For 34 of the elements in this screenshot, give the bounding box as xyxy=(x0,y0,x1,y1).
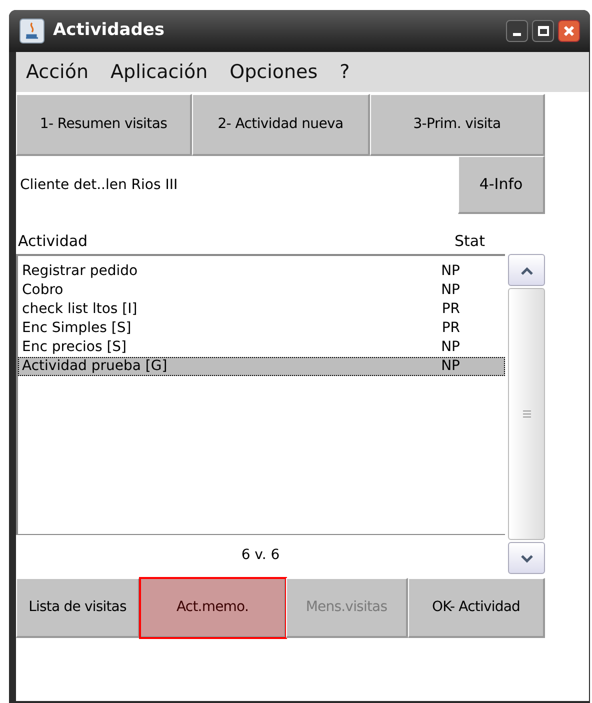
list-row[interactable]: Enc precios [S] NP xyxy=(18,338,505,357)
window-title: Actividades xyxy=(53,19,165,42)
action-button[interactable]: Lista de visitas xyxy=(16,578,140,638)
chevron-down-icon xyxy=(520,554,534,562)
scroll-thumb[interactable] xyxy=(508,288,545,540)
list-row[interactable]: Enc Simples [S] PR xyxy=(18,319,505,338)
scroll-up-button[interactable] xyxy=(508,254,545,286)
column-header: Actividad xyxy=(18,230,88,252)
menu-item[interactable]: Acción xyxy=(26,58,89,86)
list-row[interactable]: check list ltos [I] PR xyxy=(18,300,505,319)
list-row[interactable]: Actividad prueba [G] NP xyxy=(18,357,505,376)
toolbar-button[interactable]: 2- Actividad nueva xyxy=(192,94,370,156)
minimize-button[interactable] xyxy=(506,20,528,42)
list-row[interactable]: Cobro NP xyxy=(18,281,505,300)
menu-item[interactable]: Opciones xyxy=(230,58,318,86)
menu-item[interactable]: Aplicación xyxy=(110,58,208,86)
close-icon xyxy=(563,25,575,37)
toolbar-button[interactable]: 1- Resumen visitas xyxy=(16,94,192,156)
grip-icon xyxy=(522,409,532,419)
chevron-up-icon xyxy=(520,266,534,274)
column-header: Stat xyxy=(454,230,485,252)
info-button[interactable]: 4-Info xyxy=(458,156,545,214)
maximize-button[interactable] xyxy=(532,20,554,42)
menu-item[interactable]: ? xyxy=(340,58,350,86)
close-button[interactable] xyxy=(558,20,580,42)
coffee-cup-icon xyxy=(19,18,45,44)
action-button[interactable]: OK- Actividad xyxy=(408,578,545,638)
action-button[interactable]: Act.memo. xyxy=(140,578,286,638)
client-label: Cliente det..len Rios III xyxy=(20,176,178,194)
scrollbar[interactable] xyxy=(508,254,545,574)
list-row[interactable]: Registrar pedido NP xyxy=(18,262,505,281)
record-counter: 6 v. 6 xyxy=(241,546,280,564)
toolbar-button[interactable]: 3-Prim. visita xyxy=(370,94,545,156)
scroll-down-button[interactable] xyxy=(508,542,545,574)
